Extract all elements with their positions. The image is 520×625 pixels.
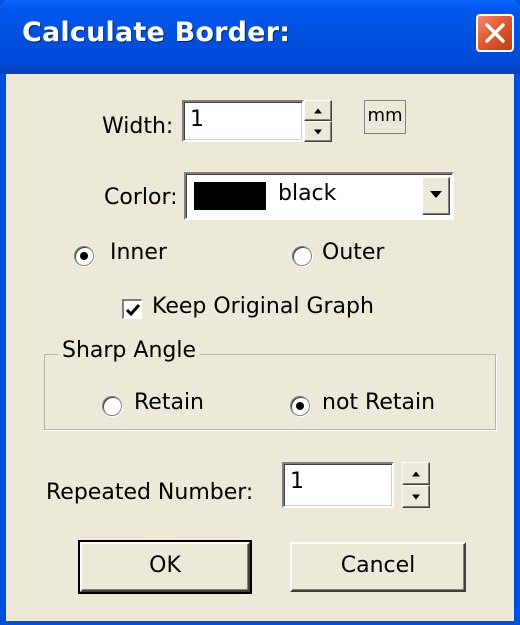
color-value: black bbox=[278, 181, 337, 206]
arrow-up-icon bbox=[314, 108, 322, 113]
width-input[interactable]: 1 bbox=[182, 100, 304, 142]
cancel-button[interactable]: Cancel bbox=[290, 542, 466, 592]
close-button[interactable] bbox=[476, 14, 514, 52]
radio-selected-dot bbox=[80, 252, 88, 260]
width-spin-up-button[interactable] bbox=[304, 100, 332, 121]
repeated-number-label: Repeated Number: bbox=[46, 480, 254, 505]
width-spinner bbox=[304, 100, 332, 142]
retain-radio[interactable] bbox=[102, 396, 122, 416]
chevron-down-icon bbox=[430, 191, 442, 198]
inner-label: Inner bbox=[110, 240, 167, 265]
width-unit: mm bbox=[364, 100, 406, 134]
keep-original-label: Keep Original Graph bbox=[152, 294, 374, 319]
inner-radio[interactable] bbox=[74, 246, 94, 266]
sharp-angle-title: Sharp Angle bbox=[58, 338, 200, 363]
width-label: Width: bbox=[102, 114, 174, 139]
close-icon bbox=[485, 23, 505, 43]
color-label: Corlor: bbox=[104, 185, 178, 210]
outer-radio[interactable] bbox=[292, 246, 312, 266]
repeated-number-input[interactable]: 1 bbox=[282, 462, 394, 508]
arrow-down-icon bbox=[314, 129, 322, 134]
repeated-spin-down-button[interactable] bbox=[402, 485, 430, 508]
not-retain-label: not Retain bbox=[322, 390, 436, 415]
check-icon bbox=[125, 304, 141, 317]
repeated-spinner bbox=[402, 462, 430, 508]
keep-original-checkbox[interactable] bbox=[122, 299, 142, 319]
radio-selected-dot bbox=[296, 402, 304, 410]
color-dropdown-button[interactable] bbox=[422, 177, 450, 215]
color-dropdown[interactable]: black bbox=[184, 172, 454, 220]
ok-button[interactable]: OK bbox=[78, 540, 252, 594]
not-retain-radio[interactable] bbox=[290, 396, 310, 416]
arrow-down-icon bbox=[412, 494, 420, 499]
color-swatch bbox=[194, 182, 266, 210]
title-bar[interactable]: Calculate Border: bbox=[0, 0, 520, 74]
repeated-spin-up-button[interactable] bbox=[402, 462, 430, 485]
arrow-up-icon bbox=[412, 471, 420, 476]
width-spin-down-button[interactable] bbox=[304, 121, 332, 142]
calculate-border-dialog: Calculate Border: Width: 1 mm Corlor: bl… bbox=[0, 0, 520, 625]
dialog-title: Calculate Border: bbox=[22, 17, 291, 48]
retain-label: Retain bbox=[134, 390, 204, 415]
outer-label: Outer bbox=[322, 240, 385, 265]
